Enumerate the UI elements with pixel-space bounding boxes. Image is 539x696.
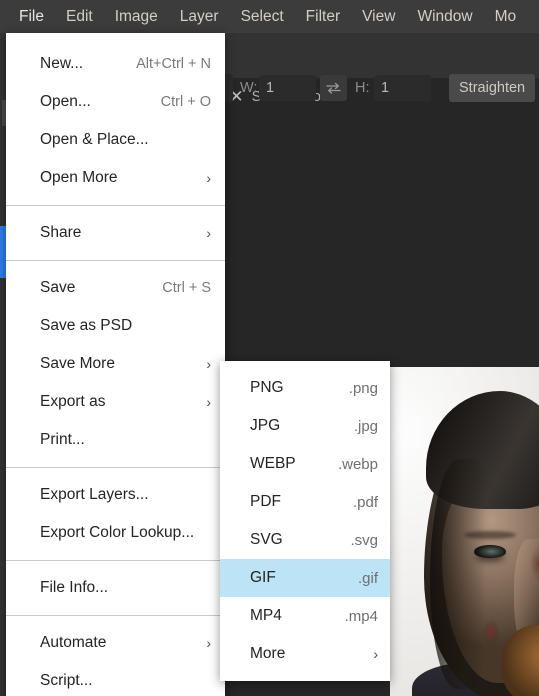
export-format-label: More: [250, 645, 286, 662]
menu-separator: [6, 205, 225, 206]
menu-separator: [6, 260, 225, 261]
straighten-button[interactable]: Straighten: [449, 74, 536, 102]
export-format-label: PDF: [250, 493, 281, 510]
menu-item-shortcut: Ctrl + S: [162, 280, 211, 296]
menu-item-label: Export as: [40, 393, 106, 410]
menu-item-label: File Info...: [40, 579, 109, 596]
menubar-item-edit[interactable]: Edit: [55, 0, 104, 33]
menubar-item-mo[interactable]: Mo: [484, 0, 528, 33]
menu-item-new[interactable]: New... Alt+Ctrl + N: [6, 45, 225, 83]
menu-separator: [6, 615, 225, 616]
chevron-right-icon: ›: [206, 394, 211, 410]
photo-eye: [474, 545, 506, 558]
menu-item-shortcut: Ctrl + O: [160, 94, 211, 110]
export-format-more[interactable]: More ›: [220, 635, 390, 673]
export-format-label: JPG: [250, 417, 281, 434]
menubar-item-file[interactable]: File: [8, 0, 55, 33]
menu-item-save-as-psd[interactable]: Save as PSD: [6, 307, 225, 345]
document-photo: [390, 367, 539, 696]
menu-item-save[interactable]: Save Ctrl + S: [6, 269, 225, 307]
menu-item-label: Open...: [40, 93, 91, 110]
menu-item-shortcut: Alt+Ctrl + N: [136, 56, 211, 72]
chevron-right-icon: ›: [206, 170, 211, 186]
export-format-label: SVG: [250, 531, 283, 548]
menu-item-export-layers[interactable]: Export Layers...: [6, 476, 225, 514]
menu-item-automate[interactable]: Automate ›: [6, 624, 225, 662]
photo-eyebrow: [464, 531, 516, 539]
export-format-webp[interactable]: WEBP .webp: [220, 445, 390, 483]
menu-item-label: Save More: [40, 355, 115, 372]
menu-item-label: New...: [40, 55, 84, 72]
export-format-extension: .png: [348, 379, 378, 397]
export-format-extension: .jpg: [353, 417, 378, 435]
menu-item-label: Automate: [40, 634, 107, 651]
chevron-right-icon: ›: [373, 646, 378, 662]
menu-item-open-more[interactable]: Open More ›: [6, 159, 225, 197]
export-format-label: GIF: [250, 569, 276, 586]
export-format-label: WEBP: [250, 455, 296, 472]
chevron-right-icon: ›: [206, 356, 211, 372]
menu-item-save-more[interactable]: Save More ›: [6, 345, 225, 383]
menu-item-export-as[interactable]: Export as ›: [6, 383, 225, 421]
menu-item-script[interactable]: Script...: [6, 662, 225, 696]
height-label: H:: [355, 80, 370, 96]
photo-editor-window: W: H: Straighten ✕✕Screenshot (851)*✕Scr…: [0, 0, 539, 696]
export-format-mp4[interactable]: MP4 .mp4: [220, 597, 390, 635]
menu-item-label: Share: [40, 224, 82, 241]
swap-arrows-icon[interactable]: [320, 75, 347, 101]
menu-item-label: Save: [40, 279, 76, 296]
menu-separator: [6, 467, 225, 468]
menu-item-share[interactable]: Share ›: [6, 214, 225, 252]
export-format-extension: .pdf: [352, 493, 378, 511]
menu-item-label: Print...: [40, 431, 85, 448]
menubar-item-view[interactable]: View: [351, 0, 406, 33]
export-format-extension: .mp4: [344, 607, 378, 625]
menu-item-open-place[interactable]: Open & Place...: [6, 121, 225, 159]
export-format-png[interactable]: PNG .png: [220, 369, 390, 407]
export-format-label: MP4: [250, 607, 282, 624]
export-format-svg[interactable]: SVG .svg: [220, 521, 390, 559]
photo-cheek-mark: [482, 619, 500, 647]
export-format-label: PNG: [250, 379, 284, 396]
menu-item-label: Save as PSD: [40, 317, 133, 334]
menu-item-label: Open More: [40, 169, 118, 186]
menu-item-label: Export Layers...: [40, 486, 149, 503]
export-format-extension: .svg: [350, 531, 378, 549]
chevron-right-icon: ›: [206, 225, 211, 241]
menu-item-print[interactable]: Print...: [6, 421, 225, 459]
photo-shadow: [430, 459, 486, 689]
file-menu-dropdown[interactable]: New... Alt+Ctrl + N Open... Ctrl + O Open & …: [6, 33, 225, 696]
export-as-submenu[interactable]: PNG .png JPG .jpg WEBP .webp PDF .pdf SVG .svg GIF…: [220, 361, 390, 681]
menubar-item-layer[interactable]: Layer: [169, 0, 230, 33]
export-format-jpg[interactable]: JPG .jpg: [220, 407, 390, 445]
menu-bar: File Edit Image Layer Select Filter View Window…: [0, 0, 539, 33]
export-format-extension: .webp: [337, 455, 378, 473]
menubar-item-filter[interactable]: Filter: [295, 0, 351, 33]
menubar-item-window[interactable]: Window: [406, 0, 483, 33]
export-format-gif[interactable]: GIF .gif: [220, 559, 390, 597]
menubar-item-image[interactable]: Image: [104, 0, 169, 33]
menu-item-label: Export Color Lookup...: [40, 524, 195, 541]
menu-item-file-info[interactable]: File Info...: [6, 569, 225, 607]
menu-item-export-color-lookup[interactable]: Export Color Lookup...: [6, 514, 225, 552]
export-format-pdf[interactable]: PDF .pdf: [220, 483, 390, 521]
menu-item-open[interactable]: Open... Ctrl + O: [6, 83, 225, 121]
menu-separator: [6, 560, 225, 561]
chevron-right-icon: ›: [206, 635, 211, 651]
width-label: W:: [240, 80, 258, 96]
menu-item-label: Open & Place...: [40, 131, 149, 148]
export-format-extension: .gif: [357, 569, 378, 587]
width-input[interactable]: [259, 75, 316, 101]
height-input[interactable]: [374, 75, 431, 101]
menubar-item-select[interactable]: Select: [230, 0, 295, 33]
menu-item-label: Script...: [40, 672, 93, 689]
